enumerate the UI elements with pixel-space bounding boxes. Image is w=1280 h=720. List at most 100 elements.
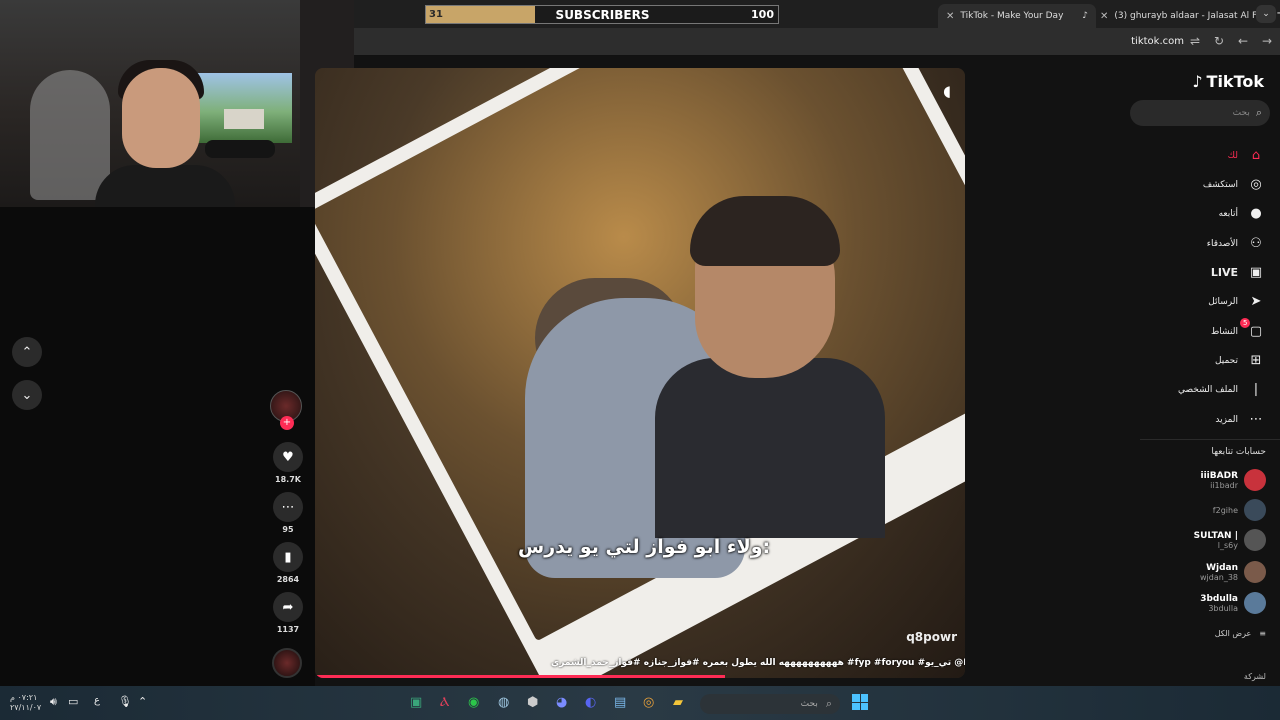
video-progress-bar[interactable]: [315, 675, 725, 678]
account-avatar: [1244, 561, 1266, 583]
video-caption-overlay: ولاء ابو فواز لتي يو يدرس:: [518, 536, 771, 558]
subscriber-count: 31: [429, 9, 443, 20]
comment-icon[interactable]: ⋯: [273, 492, 303, 522]
forward-icon[interactable]: →: [1262, 34, 1272, 48]
sidebar: ♪ TikTok بحث ⌕ لك ⌂ استكشف ◎ أتابعه ● الأصدقاء…: [1130, 56, 1280, 686]
url-text[interactable]: tiktok.com: [1131, 36, 1184, 47]
following-account[interactable]: f2gihe: [1213, 499, 1266, 521]
comment-count: 95: [282, 525, 294, 534]
chevron-up-icon: ⌃: [21, 344, 33, 360]
tiktok-logo[interactable]: ♪ TikTok: [1192, 72, 1264, 91]
account-handle: l_s6y: [1217, 540, 1238, 550]
reload-icon[interactable]: ↻: [1214, 34, 1224, 48]
whatsapp-icon[interactable]: ◉: [468, 695, 479, 710]
share-action[interactable]: ➦ 1137: [270, 592, 306, 634]
subscriber-label: SUBSCRIBERS: [555, 7, 650, 22]
monitor-icon[interactable]: ▭: [68, 695, 78, 708]
action-bar: + ♥ 18.7K ⋯ 95 ▮ 2864 ➦ 1137: [270, 390, 306, 642]
site-settings-icon[interactable]: ⇌: [1190, 34, 1200, 48]
volume-icon[interactable]: ◖: [943, 82, 951, 100]
sidebar-item-compass[interactable]: استكشف ◎: [1203, 177, 1266, 192]
notification-badge: 5: [1240, 318, 1251, 328]
sidebar-item-more[interactable]: المزيد ⋯: [1215, 412, 1266, 427]
more-icon: ⋯: [1249, 412, 1263, 427]
chrome-icon[interactable]: ◎: [643, 695, 654, 710]
account-name: SULTAN |: [1193, 530, 1238, 541]
share-count: 1137: [276, 625, 300, 634]
tiktok-note-icon: ♪: [1192, 72, 1203, 91]
video-player[interactable]: ◖ ولاء ابو فواز لتي يو يدرس: q8powr هههه…: [315, 68, 965, 678]
sidebar-item-home[interactable]: لك ⌂: [1228, 148, 1266, 163]
tab-search-button[interactable]: ⌄: [1256, 5, 1276, 23]
sound-disc-icon[interactable]: [272, 648, 302, 678]
follow-plus-icon[interactable]: +: [280, 416, 294, 430]
windows-start-icon[interactable]: [852, 694, 868, 710]
excel-icon[interactable]: ▣: [410, 695, 422, 710]
live-icon: ▣: [1249, 265, 1263, 280]
search-icon[interactable]: ⌕: [1256, 106, 1262, 120]
home-icon: ⌂: [1251, 148, 1261, 163]
close-tab-icon[interactable]: ✕: [946, 11, 954, 22]
following-account[interactable]: 3bdulla 3bdulla: [1200, 592, 1266, 614]
compass-icon: ◎: [1250, 177, 1262, 192]
search-input[interactable]: بحث ⌕: [1130, 100, 1270, 126]
account-avatar: [1244, 592, 1266, 614]
discord-icon[interactable]: ◐: [585, 695, 596, 710]
store-icon[interactable]: ▤: [614, 695, 626, 710]
sidebar-divider: [1140, 439, 1280, 440]
account-handle: f2gihe: [1212, 505, 1238, 515]
app-cube-icon[interactable]: ⬢: [527, 695, 538, 710]
sidebar-item-activity[interactable]: النشاط ▢ 5: [1211, 318, 1266, 339]
account-name: Wjdan: [1206, 562, 1238, 573]
following-accounts-title: حسابات تتابعها: [1211, 447, 1266, 457]
next-video-button[interactable]: ⌄: [12, 380, 42, 410]
app-a-icon[interactable]: Ⲁ: [440, 695, 449, 710]
tab-tiktok[interactable]: ✕ TikTok - Make Your Day ♪: [938, 4, 1096, 28]
bookmark-action[interactable]: ▮ 2864: [270, 542, 306, 584]
speaker-icon[interactable]: 🔊︎: [50, 695, 57, 709]
tray-chevron-icon[interactable]: ⌃: [138, 695, 147, 708]
subscriber-goal: 100: [751, 8, 774, 21]
man-figure: [645, 188, 885, 538]
following-account[interactable]: Wjdan wjdan_38: [1200, 561, 1266, 583]
company-link[interactable]: لشركة: [1244, 672, 1266, 681]
account-avatar: [1244, 529, 1266, 551]
taskbar-search[interactable]: بحث ⌕: [700, 694, 840, 714]
profile-icon: ❘: [1250, 382, 1262, 397]
sidebar-item-following-avatar[interactable]: أتابعه ●: [1219, 206, 1266, 221]
like-action[interactable]: ♥ 18.7K: [270, 442, 306, 484]
steam-icon[interactable]: ◍: [498, 695, 509, 710]
sidebar-item-profile[interactable]: الملف الشخصي ❘: [1178, 382, 1266, 397]
following-account[interactable]: iiiBADR ii1badr: [1201, 469, 1266, 491]
sidebar-item-upload[interactable]: تحميل ⊞: [1215, 353, 1266, 368]
chevron-down-icon: ⌄: [21, 387, 33, 403]
comment-action[interactable]: ⋯ 95: [270, 492, 306, 534]
sidebar-item-live[interactable]: LIVE ▣: [1211, 265, 1266, 280]
taskbar-clock[interactable]: ٠٧:٢١ م ٢٧/١١/٠٧: [10, 693, 41, 713]
app-chat-icon[interactable]: ◕: [556, 695, 567, 710]
previous-video-button[interactable]: ⌃: [12, 337, 42, 367]
following-account[interactable]: SULTAN | l_s6y: [1194, 529, 1266, 551]
new-tab-button[interactable]: +: [1276, 6, 1280, 21]
sidebar-item-friends[interactable]: الأصدقاء ⚇: [1207, 236, 1266, 251]
language-indicator[interactable]: ع: [94, 695, 100, 706]
bookmark-icon[interactable]: ▮: [273, 542, 303, 572]
share-icon[interactable]: ➦: [273, 592, 303, 622]
account-handle: 3bdulla: [1208, 603, 1238, 613]
file-explorer-icon[interactable]: ▰: [673, 695, 683, 710]
account-handle: wjdan_38: [1200, 572, 1238, 582]
back-icon[interactable]: ←: [1238, 34, 1248, 48]
creator-avatar[interactable]: +: [270, 390, 302, 430]
sidebar-item-messages[interactable]: الرسائل ➤: [1208, 294, 1266, 309]
messages-icon: ➤: [1250, 294, 1262, 309]
tab-title: (3) ghurayb aldaar - Jalasat Al F: [1114, 11, 1258, 21]
see-all-link[interactable]: عرض الكل ≡: [1215, 629, 1266, 638]
activity-icon: ▢ 5: [1240, 318, 1266, 339]
account-name: 3bdulla: [1200, 593, 1238, 604]
tab-youtube[interactable]: ✕ (3) ghurayb aldaar - Jalasat Al F ▶: [1100, 4, 1270, 28]
close-tab-icon[interactable]: ✕: [1100, 11, 1108, 22]
like-count: 18.7K: [275, 475, 301, 484]
heart-icon[interactable]: ♥: [273, 442, 303, 472]
microphone-icon[interactable]: 🎙︎: [118, 695, 132, 708]
left-blank-area: [0, 151, 315, 686]
